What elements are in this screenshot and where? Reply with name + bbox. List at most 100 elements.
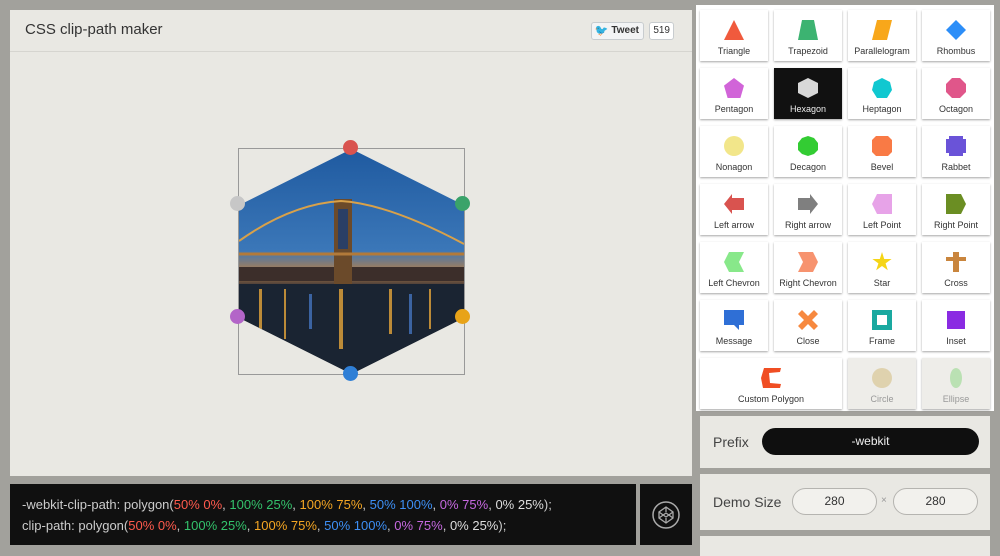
heptagon-icon xyxy=(872,78,892,98)
clip-path-demo xyxy=(238,148,465,375)
ellipse-icon xyxy=(950,368,962,388)
shape-tile-left-point[interactable]: Left Point xyxy=(848,184,916,235)
twitter-bird-icon: 🐦 xyxy=(594,25,609,37)
shape-label: Circle xyxy=(870,394,894,404)
right-point-icon xyxy=(946,194,966,214)
code-prop: -webkit-clip-path: xyxy=(22,497,124,512)
shape-label: Rabbet xyxy=(941,162,971,172)
code-point: 0% 25% xyxy=(495,497,544,512)
trapezoid-icon xyxy=(798,20,818,40)
shape-tile-ellipse[interactable]: Ellipse xyxy=(922,358,990,409)
shape-tile-circle[interactable]: Circle xyxy=(848,358,916,409)
shape-tile-custom-polygon[interactable]: Custom Polygon xyxy=(700,358,842,409)
shape-tile-frame[interactable]: Frame xyxy=(848,300,916,351)
codepen-button[interactable] xyxy=(640,484,692,545)
shape-tile-rabbet[interactable]: Rabbet xyxy=(922,126,990,177)
right-arrow-icon xyxy=(798,194,818,214)
shape-picker: Triangle Trapezoid Parallelogram Rhombus Pen… xyxy=(696,5,994,411)
star-icon xyxy=(872,252,892,271)
shape-tile-pentagon[interactable]: Pentagon xyxy=(700,68,768,119)
code-point: 0% 25% xyxy=(449,518,499,533)
nonagon-icon xyxy=(724,136,744,156)
shape-label: Message xyxy=(715,336,753,346)
header: CSS clip-path maker 🐦 Tweet 519 xyxy=(10,10,692,52)
shape-label: Frame xyxy=(868,336,895,346)
code-point: 50% 0% xyxy=(128,518,177,533)
shape-label: Star xyxy=(873,278,891,288)
width-input[interactable]: 280 xyxy=(792,488,877,515)
pentagon-icon xyxy=(724,78,744,98)
next-setting xyxy=(700,536,990,556)
handle-left-bottom[interactable] xyxy=(230,309,245,324)
code-func: polygon( xyxy=(78,518,129,533)
code-output[interactable]: -webkit-clip-path: polygon(50% 0%, 100% … xyxy=(10,484,636,545)
shape-tile-bevel[interactable]: Bevel xyxy=(848,126,916,177)
circle-icon xyxy=(872,368,892,388)
demo-size-label: Demo Size xyxy=(713,494,782,510)
code-point: 100% 75% xyxy=(299,497,363,512)
handle-right-bottom[interactable] xyxy=(455,309,470,324)
shape-label: Right Point xyxy=(933,220,979,230)
code-points: 50% 0%, 100% 25%, 100% 75%, 50% 100%, 0%… xyxy=(173,497,544,512)
triangle-icon xyxy=(724,20,744,40)
code-point: 0% 75% xyxy=(439,497,489,512)
shape-label: Parallelogram xyxy=(854,46,910,56)
shape-tile-octagon[interactable]: Octagon xyxy=(922,68,990,119)
code-point: 50% 100% xyxy=(324,518,388,533)
hexagon-icon xyxy=(798,78,818,98)
left-arrow-icon xyxy=(724,194,744,214)
shape-tile-close[interactable]: Close xyxy=(774,300,842,351)
shape-tile-inset[interactable]: Inset xyxy=(922,300,990,351)
prefix-toggle[interactable]: -webkit xyxy=(762,428,979,455)
shape-tile-hexagon[interactable]: Hexagon xyxy=(774,68,842,119)
shape-label: Ellipse xyxy=(942,394,970,404)
handle-right-top[interactable] xyxy=(455,196,470,211)
shape-label: Hexagon xyxy=(789,104,827,114)
code-func: polygon( xyxy=(123,497,174,512)
decagon-icon xyxy=(798,136,818,156)
shape-tile-parallelogram[interactable]: Parallelogram xyxy=(848,10,916,61)
codepen-icon xyxy=(652,500,680,529)
shape-tile-nonagon[interactable]: Nonagon xyxy=(700,126,768,177)
clipped-image xyxy=(239,149,464,374)
bevel-icon xyxy=(872,136,892,156)
shape-tile-decagon[interactable]: Decagon xyxy=(774,126,842,177)
shape-tile-trapezoid[interactable]: Trapezoid xyxy=(774,10,842,61)
shape-tile-cross[interactable]: Cross xyxy=(922,242,990,293)
shape-tile-rhombus[interactable]: Rhombus xyxy=(922,10,990,61)
tweet-button[interactable]: 🐦 Tweet xyxy=(590,22,644,40)
shape-tile-left-chevron[interactable]: Left Chevron xyxy=(700,242,768,293)
code-point: 100% 25% xyxy=(183,518,247,533)
tweet-label: Tweet xyxy=(611,25,639,36)
close-icon xyxy=(798,310,818,330)
shape-label: Custom Polygon xyxy=(737,394,805,404)
code-point: 50% 100% xyxy=(369,497,433,512)
frame-icon xyxy=(872,310,892,330)
shape-label: Cross xyxy=(944,278,968,288)
shape-tile-left-arrow[interactable]: Left arrow xyxy=(700,184,768,235)
shape-label: Rhombus xyxy=(936,46,976,56)
times-symbol: × xyxy=(881,495,887,506)
shape-label: Triangle xyxy=(717,46,751,56)
shape-label: Left arrow xyxy=(713,220,755,230)
shape-tile-heptagon[interactable]: Heptagon xyxy=(848,68,916,119)
shape-label: Left Chevron xyxy=(708,278,760,288)
shape-tile-right-chevron[interactable]: Right Chevron xyxy=(774,242,842,293)
shape-tile-right-point[interactable]: Right Point xyxy=(922,184,990,235)
shape-label: Pentagon xyxy=(714,104,754,114)
code-end: ); xyxy=(543,497,552,512)
shape-tile-message[interactable]: Message xyxy=(700,300,768,351)
handle-left-top[interactable] xyxy=(230,196,245,211)
shape-tile-right-arrow[interactable]: Right arrow xyxy=(774,184,842,235)
code-point: 0% 75% xyxy=(394,518,443,533)
height-input[interactable]: 280 xyxy=(893,488,978,515)
shape-label: Left Point xyxy=(862,220,902,230)
shape-tile-triangle[interactable]: Triangle xyxy=(700,10,768,61)
prefix-setting: Prefix -webkit xyxy=(700,416,990,468)
handle-top[interactable] xyxy=(343,140,358,155)
custom-polygon-icon xyxy=(761,368,781,388)
handle-bottom[interactable] xyxy=(343,366,358,381)
code-line-webkit: -webkit-clip-path: polygon(50% 0%, 100% … xyxy=(22,497,552,512)
shape-label: Inset xyxy=(946,336,966,346)
shape-tile-star[interactable]: Star xyxy=(848,242,916,293)
